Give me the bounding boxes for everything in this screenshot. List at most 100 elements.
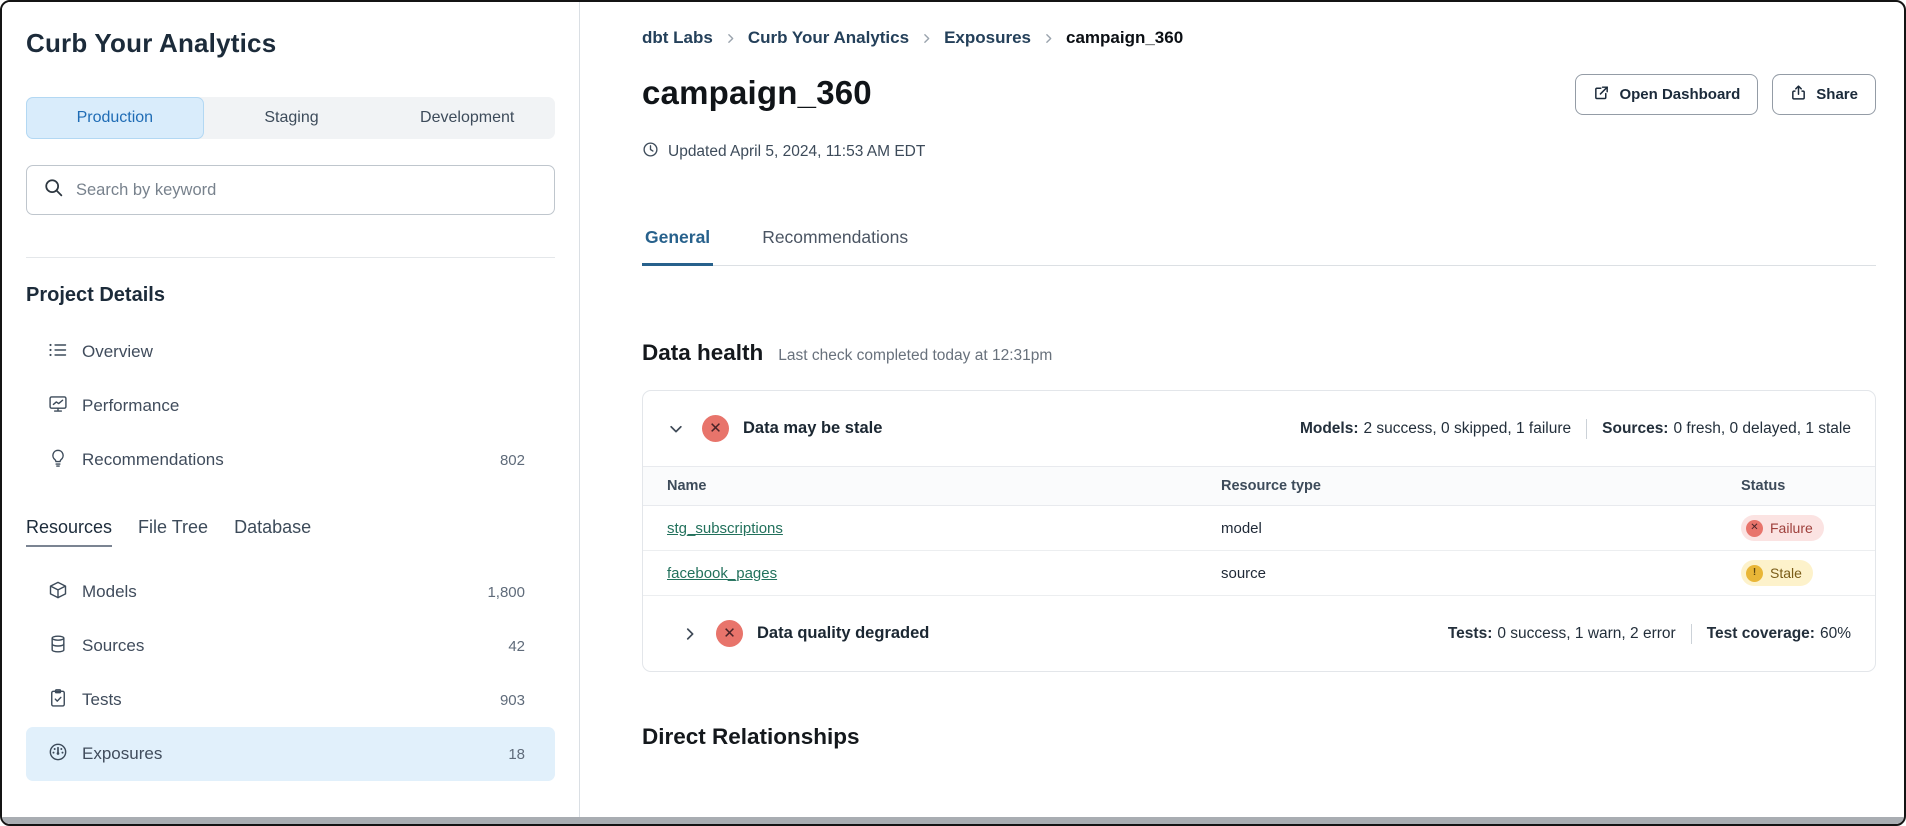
- x-icon: ✕: [1746, 520, 1763, 537]
- page-tabs: General Recommendations: [642, 227, 1876, 266]
- resource-type-cell: source: [1221, 565, 1741, 582]
- sidebar-item-tests[interactable]: Tests 903: [26, 673, 555, 727]
- sidebar-item-models[interactable]: Models 1,800: [26, 565, 555, 619]
- sidebar-item-sources[interactable]: Sources 42: [26, 619, 555, 673]
- chevron-right-icon: [724, 32, 737, 45]
- chevron-down-icon[interactable]: [667, 420, 685, 438]
- status-badge-stale: ! Stale: [1741, 560, 1813, 586]
- sidebar-item-label: Models: [82, 582, 137, 602]
- exposures-count: 18: [508, 746, 525, 763]
- tab-file-tree[interactable]: File Tree: [138, 517, 208, 545]
- error-status-icon: ✕: [702, 415, 729, 442]
- sidebar-item-exposures[interactable]: Exposures 18: [26, 727, 555, 781]
- table-row: stg_subscriptions model ✕ Failure: [643, 506, 1875, 551]
- performance-icon: [48, 394, 68, 419]
- recommendations-count: 802: [500, 452, 525, 469]
- sidebar-item-label: Sources: [82, 636, 144, 656]
- window-bottom-edge: [2, 817, 1904, 824]
- x-icon: ✕: [723, 626, 736, 641]
- x-icon: ✕: [709, 421, 722, 436]
- clipboard-check-icon: [48, 688, 68, 713]
- breadcrumb-account[interactable]: dbt Labs: [642, 28, 713, 48]
- coverage-stat-label: Test coverage:: [1707, 625, 1815, 643]
- project-details-nav: Overview Performance Recommendations 802: [26, 325, 555, 487]
- column-header-status: Status: [1741, 478, 1875, 494]
- tab-recommendations[interactable]: Recommendations: [759, 227, 911, 265]
- stat-divider: [1586, 419, 1587, 439]
- sources-stat-label: Sources:: [1602, 420, 1668, 438]
- tab-resources[interactable]: Resources: [26, 517, 112, 547]
- sidebar-item-performance[interactable]: Performance: [26, 379, 555, 433]
- database-icon: [48, 634, 68, 659]
- clock-icon: [642, 141, 659, 163]
- models-stat-label: Models:: [1300, 420, 1359, 438]
- lightbulb-icon: [48, 448, 68, 473]
- updated-text: Updated April 5, 2024, 11:53 AM EDT: [668, 143, 925, 161]
- stale-group-row[interactable]: ✕ Data may be stale Models: 2 success, 0…: [643, 391, 1875, 466]
- exclamation-icon: !: [1746, 565, 1763, 582]
- sidebar: Curb Your Analytics Production Staging D…: [2, 2, 580, 824]
- sidebar-item-recommendations[interactable]: Recommendations 802: [26, 433, 555, 487]
- resources-nav: Models 1,800 Sources 42 Tests 903: [26, 565, 555, 781]
- chevron-right-icon: [1042, 32, 1055, 45]
- resource-link[interactable]: stg_subscriptions: [667, 520, 783, 537]
- share-label: Share: [1816, 86, 1858, 103]
- models-stat-value: 2 success, 0 skipped, 1 failure: [1364, 420, 1572, 438]
- env-tab-staging[interactable]: Staging: [204, 97, 380, 139]
- sidebar-item-label: Performance: [82, 396, 179, 416]
- env-tab-development[interactable]: Development: [379, 97, 555, 139]
- cube-icon: [48, 580, 68, 605]
- sidebar-divider: [26, 257, 555, 258]
- breadcrumb-exposures[interactable]: Exposures: [944, 28, 1031, 48]
- breadcrumb-project[interactable]: Curb Your Analytics: [748, 28, 909, 48]
- resource-link[interactable]: facebook_pages: [667, 565, 777, 582]
- sidebar-item-label: Tests: [82, 690, 122, 710]
- external-link-icon: [1593, 84, 1610, 105]
- table-header-row: Name Resource type Status: [643, 466, 1875, 506]
- models-count: 1,800: [487, 584, 525, 601]
- gauge-icon: [48, 742, 68, 767]
- data-health-title: Data health: [642, 340, 763, 366]
- resource-type-cell: model: [1221, 520, 1741, 537]
- chevron-right-icon[interactable]: [681, 625, 699, 643]
- open-dashboard-label: Open Dashboard: [1619, 86, 1740, 103]
- quality-group-row[interactable]: ✕ Data quality degraded Tests: 0 success…: [643, 596, 1875, 671]
- breadcrumb-current: campaign_360: [1066, 28, 1183, 48]
- resource-view-tabs: Resources File Tree Database: [26, 517, 555, 547]
- status-badge-failure: ✕ Failure: [1741, 515, 1824, 541]
- column-header-resource-type: Resource type: [1221, 478, 1741, 494]
- project-details-heading: Project Details: [26, 284, 555, 307]
- chevron-right-icon: [920, 32, 933, 45]
- sidebar-item-overview[interactable]: Overview: [26, 325, 555, 379]
- tests-count: 903: [500, 692, 525, 709]
- open-dashboard-button[interactable]: Open Dashboard: [1575, 74, 1758, 115]
- coverage-stat-value: 60%: [1820, 625, 1851, 643]
- tab-general[interactable]: General: [642, 227, 713, 266]
- data-health-card: ✕ Data may be stale Models: 2 success, 0…: [642, 390, 1876, 672]
- env-tab-production[interactable]: Production: [26, 97, 204, 139]
- direct-relationships-heading: Direct Relationships: [642, 724, 1876, 750]
- tests-stat-label: Tests:: [1448, 625, 1493, 643]
- search-icon: [43, 177, 64, 203]
- sidebar-item-label: Exposures: [82, 744, 162, 764]
- page-title: campaign_360: [642, 74, 872, 112]
- app-window: Curb Your Analytics Production Staging D…: [0, 0, 1906, 826]
- data-health-header: Data health Last check completed today a…: [642, 340, 1876, 366]
- page-actions: Open Dashboard Share: [1575, 74, 1876, 115]
- status-badge-label: Failure: [1770, 520, 1813, 536]
- sources-count: 42: [508, 638, 525, 655]
- last-check-text: Last check completed today at 12:31pm: [778, 347, 1052, 365]
- table-row: facebook_pages source ! Stale: [643, 551, 1875, 596]
- share-icon: [1790, 84, 1807, 105]
- search-box[interactable]: [26, 165, 555, 215]
- updated-timestamp: Updated April 5, 2024, 11:53 AM EDT: [642, 141, 1876, 163]
- tab-database[interactable]: Database: [234, 517, 311, 545]
- share-button[interactable]: Share: [1772, 74, 1876, 115]
- search-input[interactable]: [76, 181, 538, 200]
- list-icon: [48, 340, 68, 365]
- status-badge-label: Stale: [1770, 565, 1802, 581]
- sidebar-item-label: Overview: [82, 342, 153, 362]
- breadcrumb: dbt Labs Curb Your Analytics Exposures c…: [642, 28, 1876, 48]
- title-row: campaign_360 Open Dashboard Share: [642, 74, 1876, 115]
- stat-divider: [1691, 624, 1692, 644]
